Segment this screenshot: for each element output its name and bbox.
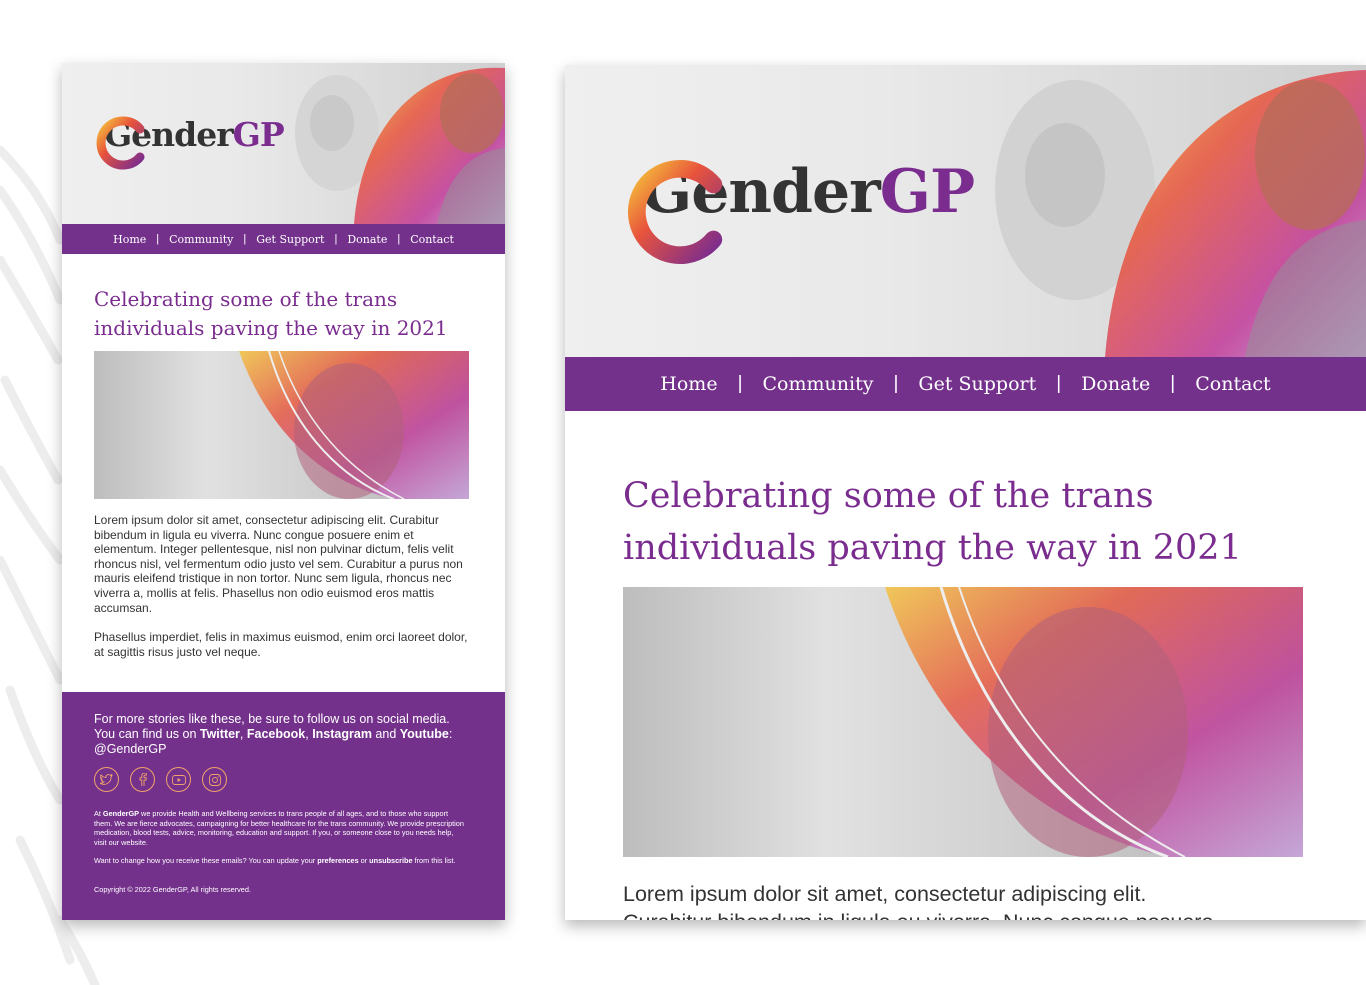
article-photo-illustration [239, 351, 469, 499]
nav-get-support[interactable]: Get Support [256, 233, 324, 246]
facebook-icon[interactable] [130, 767, 155, 792]
nav-contact[interactable]: Contact [410, 233, 454, 246]
article-headline: Celebrating some of the trans individuals… [94, 285, 484, 343]
article-photo [623, 587, 1303, 857]
hero-banner: GenderGP [62, 63, 505, 224]
instagram-link[interactable]: Instagram [312, 727, 372, 741]
preview-line-1: Lorem ipsum dolor sit amet, consectetur … [623, 882, 1147, 906]
nav-separator: | [893, 373, 899, 394]
article-photo [94, 351, 469, 499]
nav-donate[interactable]: Donate [1081, 373, 1150, 395]
headline-line-2: individuals paving the way in 2021 [94, 316, 448, 340]
twitter-link[interactable]: Twitter [200, 727, 240, 741]
nav-separator: | [1170, 373, 1176, 394]
social-icons [94, 767, 227, 792]
main-nav: Home | Community | Get Support | Donate … [565, 357, 1366, 411]
follow-comma: , [239, 727, 247, 741]
email-footer: For more stories like these, be sure to … [62, 692, 505, 920]
nav-separator: | [737, 373, 743, 394]
footer-preferences-text: Want to change how you receive these ema… [94, 856, 464, 866]
logo-mark-icon [628, 159, 723, 265]
headline-line-2: individuals paving the way in 2021 [623, 528, 1242, 568]
about-rest: we provide Health and Wellbeing services… [94, 809, 464, 847]
hero-banner: GenderGP [565, 65, 1366, 357]
nav-get-support[interactable]: Get Support [918, 373, 1036, 395]
article-paragraph-1: Lorem ipsum dolor sit amet, consectetur … [94, 513, 463, 615]
article-photo-illustration [885, 587, 1303, 857]
about-prefix: At [94, 809, 103, 818]
nav-separator: | [397, 233, 401, 245]
youtube-link[interactable]: Youtube [400, 727, 449, 741]
logo-word-gp: GP [232, 115, 285, 154]
logo-word-gp: GP [879, 157, 975, 227]
preferences-link[interactable]: preferences [317, 856, 358, 865]
headline-line-1: Celebrating some of the trans [94, 287, 398, 311]
twitter-icon[interactable] [94, 767, 119, 792]
nav-community[interactable]: Community [763, 373, 874, 395]
footer-copyright: Copyright © 2022 GenderGP, All rights re… [94, 885, 251, 894]
nav-home[interactable]: Home [660, 373, 717, 395]
facebook-link[interactable]: Facebook [247, 727, 305, 741]
prefs-or: or [358, 856, 370, 865]
nav-contact[interactable]: Contact [1195, 373, 1270, 395]
nav-home[interactable]: Home [113, 233, 146, 246]
nav-separator: | [156, 233, 160, 245]
main-nav: Home | Community | Get Support | Donate … [62, 224, 505, 254]
footer-about-text: At GenderGP we provide Health and Wellbe… [94, 809, 464, 847]
footer-follow-text: For more stories like these, be sure to … [94, 712, 464, 757]
about-brand: GenderGP [102, 809, 140, 818]
email-preview-desktop: GenderGP Home | Community | Get Support … [565, 65, 1366, 920]
nav-donate[interactable]: Donate [347, 233, 387, 246]
logo-mark-icon [96, 116, 145, 170]
headline-line-1: Celebrating some of the trans [623, 476, 1154, 516]
prefs-prefix: Want to change how you receive these ema… [94, 856, 318, 865]
gendergp-logo[interactable]: GenderGP [623, 157, 975, 265]
article-paragraph-preview: Lorem ipsum dolor sit amet, consectetur … [623, 880, 1343, 920]
preview-line-2: Curabitur bibendum in ligula eu viverra.… [623, 910, 1213, 920]
gendergp-logo[interactable]: GenderGP [94, 115, 285, 170]
article-headline: Celebrating some of the trans individuals… [623, 470, 1343, 574]
article-paragraph-2: Phasellus imperdiet, felis in maximus eu… [94, 630, 468, 659]
youtube-icon[interactable] [166, 767, 191, 792]
nav-separator: | [1056, 373, 1062, 394]
unsubscribe-link[interactable]: unsubscribe [369, 856, 412, 865]
email-preview-mobile: GenderGP Home | Community | Get Support … [62, 63, 505, 920]
prefs-suffix: from this list. [412, 856, 456, 865]
follow-and: and [371, 727, 400, 741]
nav-community[interactable]: Community [169, 233, 233, 246]
nav-separator: | [334, 233, 338, 245]
instagram-icon[interactable] [202, 767, 227, 792]
nav-separator: | [243, 233, 247, 245]
